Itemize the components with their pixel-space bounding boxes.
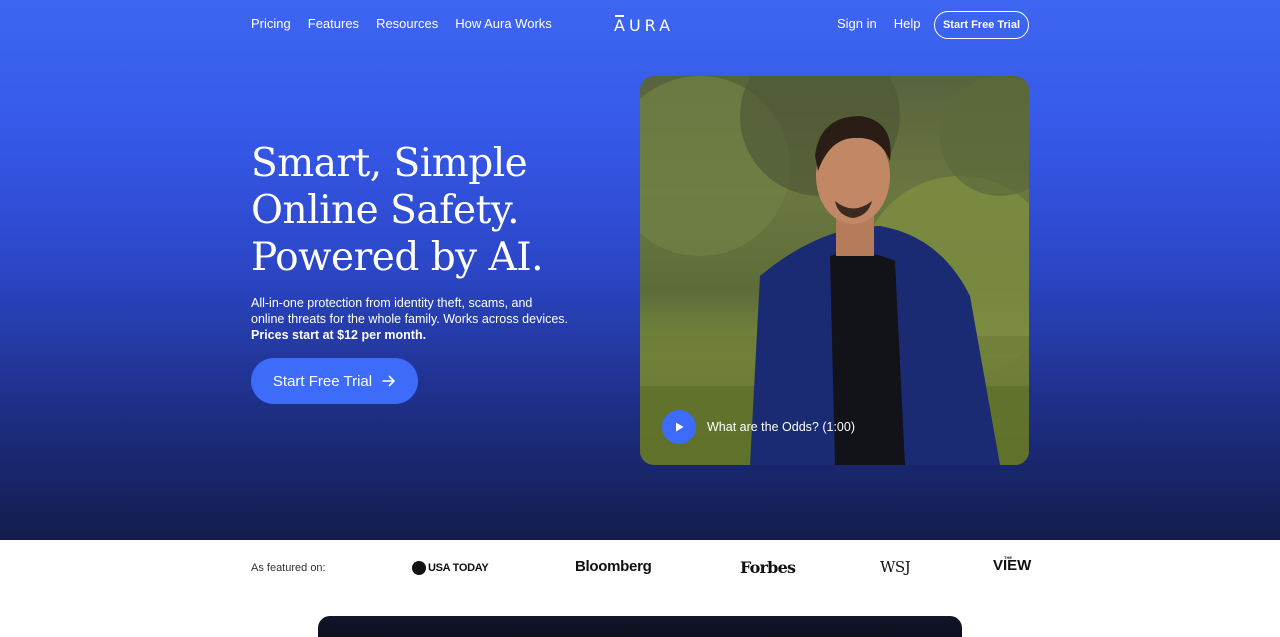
nav-how-aura-works[interactable]: How Aura Works [455,16,552,32]
sign-in-link[interactable]: Sign in [837,16,877,32]
headline-line-2: Online Safety. [251,188,520,233]
price-text: Prices start at $12 per month. [251,328,427,342]
wsj-logo: WSJ [880,558,911,576]
the-view-wordmark: VIEW [993,557,1032,574]
featured-label: As featured on: [251,562,326,574]
primary-nav: Pricing Features Resources How Aura Work… [251,16,552,32]
subtext-line-2: online threats for the whole family. Wor… [251,312,569,326]
hero-cta-label: Start Free Trial [272,372,373,390]
hero-subtext: All-in-one protection from identity thef… [251,295,581,343]
help-link[interactable]: Help [894,16,921,32]
usa-today-logo: USA TODAY [412,561,489,575]
usa-today-dot-icon [412,561,426,575]
bloomberg-logo: Bloomberg [575,558,652,575]
video-thumbnail [640,76,1029,465]
forbes-logo: Forbes [740,558,796,577]
headline-line-3: Powered by AI. [251,235,544,280]
hero-video[interactable]: What are the Odds? (1:00) [640,76,1029,465]
hero-section: Pricing Features Resources How Aura Work… [0,0,1280,540]
hero-start-free-trial-button[interactable]: Start Free Trial [251,358,418,404]
video-title: What are the Odds? (1:00) [707,420,855,434]
nav-start-free-trial-button[interactable]: Start Free Trial [934,11,1029,39]
arrow-right-icon [382,375,395,387]
usa-today-wordmark: USA TODAY [428,562,489,574]
play-icon [676,422,684,432]
nav-features[interactable]: Features [308,16,359,32]
the-view-logo: THE VIEW [993,555,1032,574]
play-button[interactable] [662,410,696,444]
nav-pricing[interactable]: Pricing [251,16,291,32]
aura-logo[interactable]: AURA [614,13,670,35]
secondary-nav: Sign in Help [837,16,921,32]
logo-text: AURA [614,16,675,35]
next-section-media [318,616,962,637]
headline-line-1: Smart, Simple [251,141,528,186]
subtext-line-1: All-in-one protection from identity thef… [251,296,533,310]
nav-resources[interactable]: Resources [376,16,438,32]
hero-headline: Smart, Simple Online Safety. Powered by … [251,140,591,281]
the-view-small-text: THE [1004,555,1012,560]
